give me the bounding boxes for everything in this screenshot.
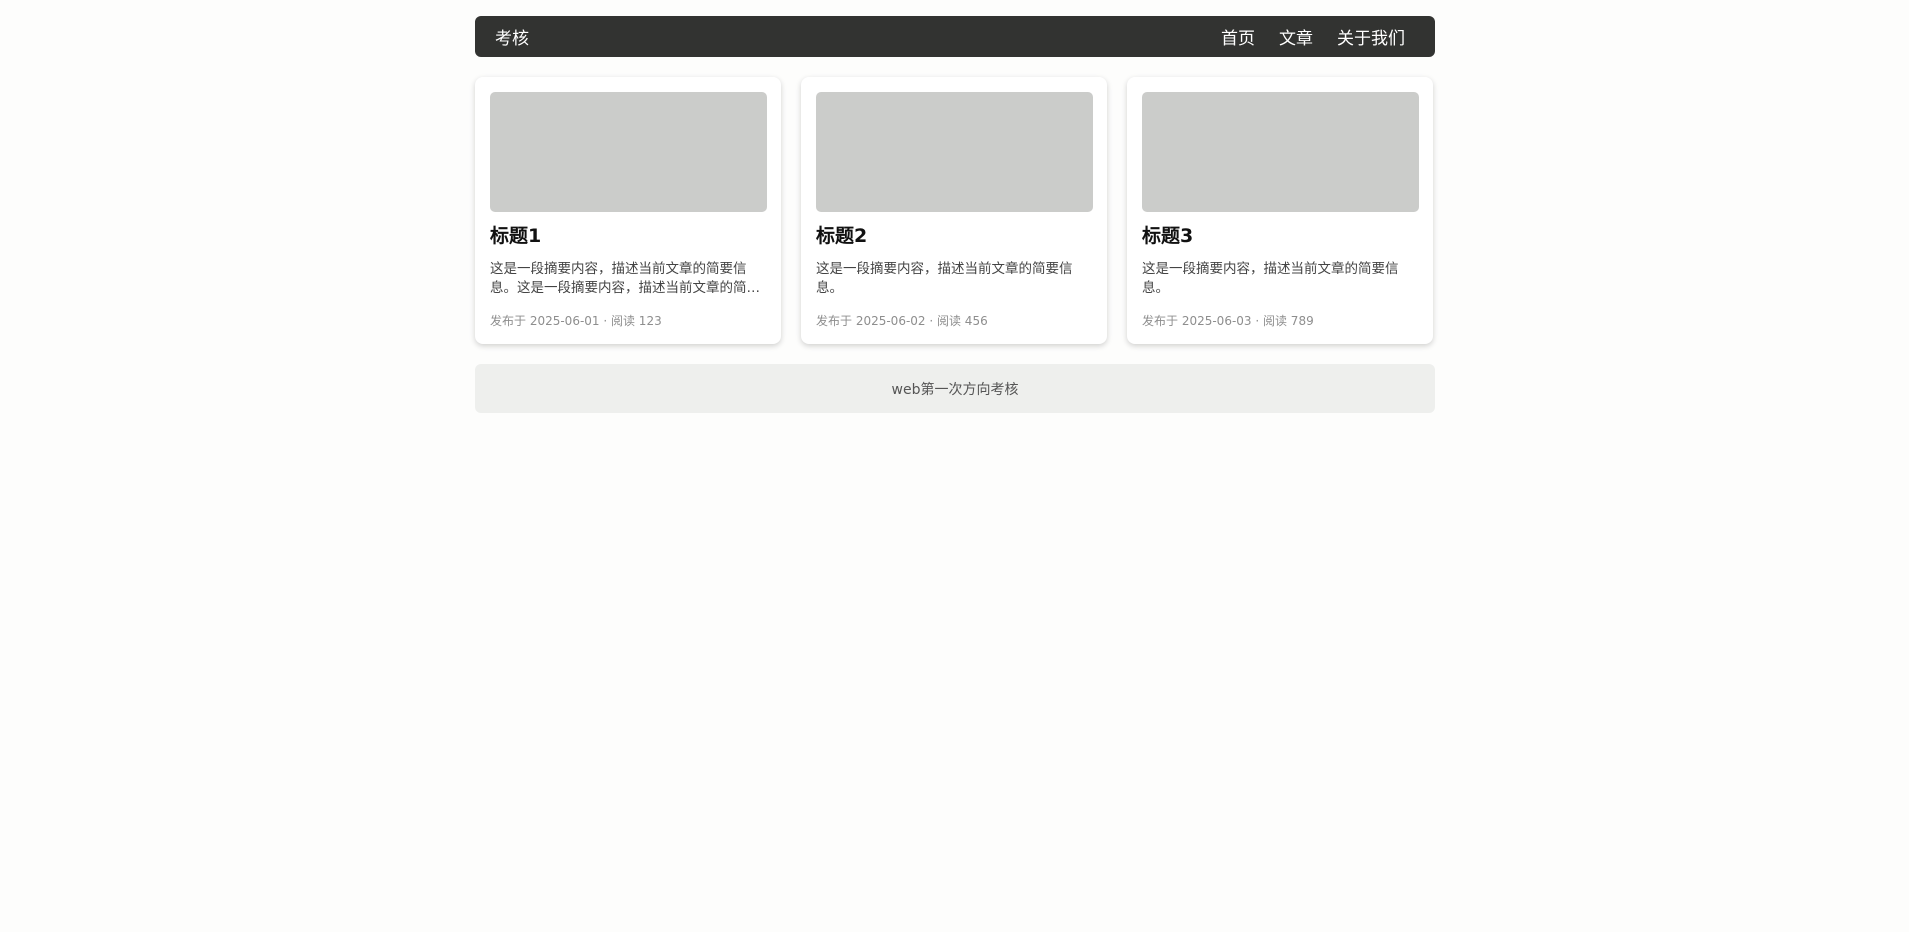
nav-links: 首页 文章 关于我们 xyxy=(1221,24,1415,49)
card-title: 标题2 xyxy=(816,225,868,247)
card-meta: 发布于 2025-06-02 · 阅读 456 xyxy=(816,314,988,328)
nav-link-about[interactable]: 关于我们 xyxy=(1337,24,1405,49)
brand-link[interactable]: 考核 xyxy=(495,24,529,49)
navbar: 考核 首页 文章 关于我们 xyxy=(475,16,1435,57)
card-grid: 标题1 这是一段摘要内容，描述当前文章的简要信息。这是一段摘要内容，描述当前文章… xyxy=(475,77,1435,344)
article-card-1[interactable]: 标题1 这是一段摘要内容，描述当前文章的简要信息。这是一段摘要内容，描述当前文章… xyxy=(475,77,781,344)
card-title: 标题1 xyxy=(490,225,542,247)
footer-text: web第一次方向考核 xyxy=(891,381,1019,398)
card-summary: 这是一段摘要内容，描述当前文章的简要信息。 xyxy=(1142,261,1399,296)
card-meta: 发布于 2025-06-01 · 阅读 123 xyxy=(490,314,662,328)
article-card-3[interactable]: 标题3 这是一段摘要内容，描述当前文章的简要信息。 发布于 2025-06-03… xyxy=(1127,77,1433,344)
nav-link-home[interactable]: 首页 xyxy=(1221,24,1255,49)
card-summary: 这是一段摘要内容，描述当前文章的简要信息。 xyxy=(816,261,1073,296)
page-container: 考核 首页 文章 关于我们 标题1 这是一段摘要内容，描述当前文章的简要信息。这… xyxy=(475,16,1435,413)
footer: web第一次方向考核 xyxy=(475,364,1435,413)
card-meta: 发布于 2025-06-03 · 阅读 789 xyxy=(1142,314,1314,328)
card-thumbnail xyxy=(1142,92,1419,212)
card-title: 标题3 xyxy=(1142,225,1194,247)
card-summary: 这是一段摘要内容，描述当前文章的简要信息。这是一段摘要内容，描述当前文章的简要信… xyxy=(490,261,760,296)
nav-link-articles[interactable]: 文章 xyxy=(1279,24,1313,49)
card-thumbnail xyxy=(816,92,1093,212)
card-thumbnail xyxy=(490,92,767,212)
article-card-2[interactable]: 标题2 这是一段摘要内容，描述当前文章的简要信息。 发布于 2025-06-02… xyxy=(801,77,1107,344)
